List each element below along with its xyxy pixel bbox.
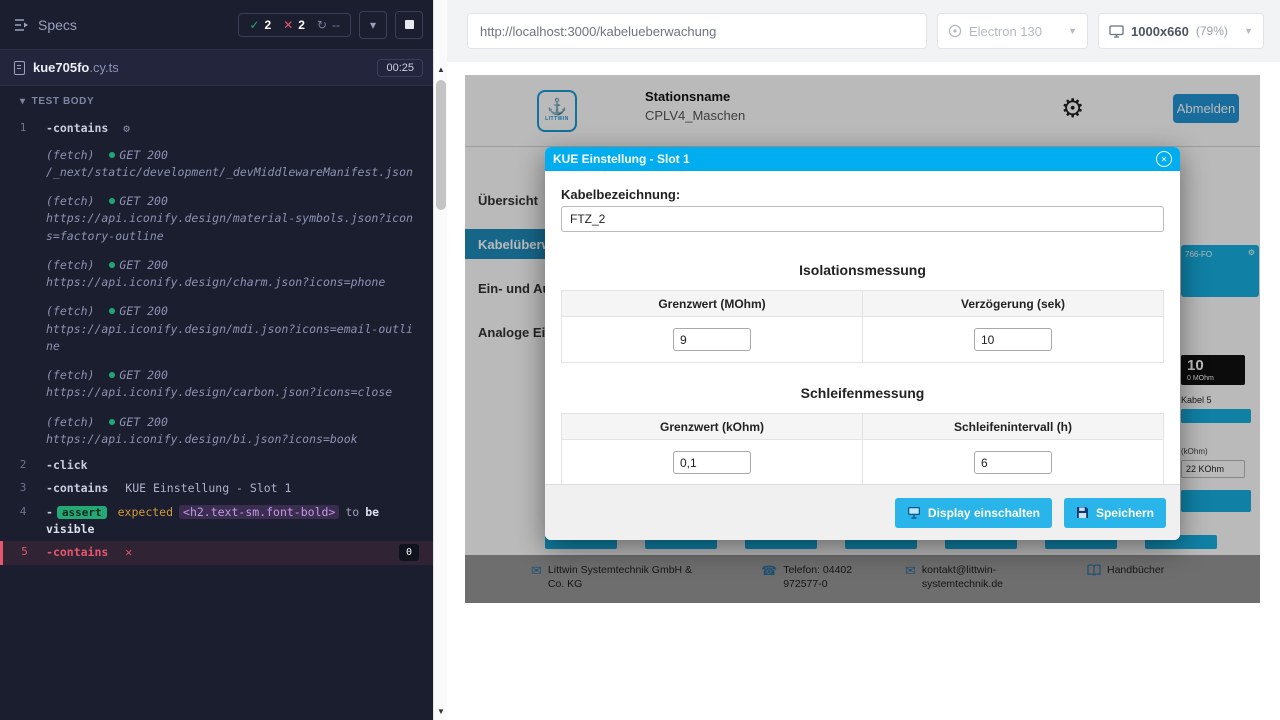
test-stats: ✓ 2 ✕ 2 ↻ -- — [238, 13, 351, 37]
chevron-down-icon: ▾ — [20, 96, 26, 107]
status-dot — [109, 262, 115, 268]
fetch-log-row[interactable]: (fetch) GET 200 https://api.iconify.desi… — [0, 187, 433, 251]
schleifenmessung-title: Schleifenmessung — [561, 385, 1164, 401]
fetch-tag: (fetch) — [46, 148, 94, 162]
reporter-scrollbar[interactable]: ▲ ▼ — [433, 0, 447, 720]
sch-col-intervall: Schleifenintervall (h) — [863, 414, 1164, 440]
save-icon — [1076, 506, 1089, 519]
assert-badge: assert — [57, 506, 107, 519]
stat-passed: ✓ 2 — [249, 18, 271, 32]
fetch-tag: (fetch) — [46, 194, 94, 208]
screen: Specs ✓ 2 ✕ 2 ↻ -- ▾ — [0, 0, 1280, 720]
fetch-url: https://api.iconify.design/bi.json?icons… — [46, 431, 419, 448]
spec-ext: .cy.ts — [89, 60, 118, 75]
sch-intervall-input[interactable] — [974, 451, 1052, 474]
spec-name: kue705fo — [33, 60, 89, 75]
aut-toolbar: Electron 130 ▼ 1000x660 (79%) ▼ — [447, 0, 1280, 62]
command-row-assert[interactable]: 4 -assert expected<h2.text-sm.font-bold>… — [0, 501, 433, 542]
iso-grenzwert-input[interactable] — [673, 328, 751, 351]
fetch-url: https://api.iconify.design/material-symb… — [46, 210, 419, 245]
fetch-url: https://api.iconify.design/charm.json?ic… — [46, 274, 419, 291]
specs-list-icon — [14, 18, 30, 32]
command-row-contains-2[interactable]: 3 -contains KUE Einstellung - Slot 1 — [0, 477, 433, 500]
kabelbezeichnung-input[interactable] — [561, 206, 1164, 232]
app-under-test: ⚓ LITTWIN Stationsname CPLV4_Maschen ⚙ A… — [465, 75, 1260, 603]
modal-title: KUE Einstellung - Slot 1 — [553, 152, 690, 166]
display-icon — [907, 506, 921, 519]
fetch-log-row[interactable]: (fetch) GET 200 https://api.iconify.desi… — [0, 361, 433, 408]
stat-pending: ↻ -- — [317, 18, 340, 32]
chevron-down-icon: ▼ — [1068, 26, 1077, 36]
fetch-url: /_next/static/development/_devMiddleware… — [46, 164, 419, 181]
schleifen-table: Grenzwert (kOhm) Schleifenintervall (h) — [561, 413, 1164, 486]
collapse-button[interactable]: ▾ — [359, 11, 387, 39]
stop-icon — [405, 20, 414, 29]
command-row-contains-1[interactable]: 1 -contains ⚙ — [0, 117, 433, 141]
iso-col-verzoegerung: Verzögerung (sek) — [863, 291, 1164, 317]
test-body-toggle[interactable]: ▾ TEST BODY — [0, 86, 433, 113]
status-dot — [109, 152, 115, 158]
fetch-url: https://api.iconify.design/carbon.json?i… — [46, 384, 419, 401]
specs-menu[interactable]: Specs — [14, 17, 77, 33]
fail-x-icon: ✕ — [125, 545, 132, 559]
iso-verzoegerung-input[interactable] — [974, 328, 1052, 351]
modal-body: Kabelbezeichnung: Isolationsmessung Gren… — [545, 171, 1180, 486]
close-icon[interactable]: ✕ — [1156, 151, 1172, 167]
chevron-down-icon: ▼ — [1244, 26, 1253, 36]
fetch-tag: (fetch) — [46, 258, 94, 272]
command-log: 1 -contains ⚙ (fetch) GET 200 /_next/sta… — [0, 113, 433, 720]
stat-failed: ✕ 2 — [283, 18, 305, 32]
fetch-url: https://api.iconify.design/mdi.json?icon… — [46, 321, 419, 356]
x-icon: ✕ — [283, 18, 293, 32]
status-dot — [109, 198, 115, 204]
url-input[interactable] — [467, 13, 927, 49]
spec-timer: 00:25 — [377, 59, 423, 77]
aut-panel: Electron 130 ▼ 1000x660 (79%) ▼ ⚓ L — [447, 0, 1280, 720]
speichern-button[interactable]: Speichern — [1064, 498, 1166, 528]
reporter-header: Specs ✓ 2 ✕ 2 ↻ -- ▾ — [0, 0, 433, 50]
kabelbezeichnung-label: Kabelbezeichnung: — [561, 187, 1164, 202]
browser-selector[interactable]: Electron 130 ▼ — [937, 13, 1088, 49]
fetch-log-row[interactable]: (fetch) GET 200 https://api.iconify.desi… — [0, 408, 433, 455]
modal-header: KUE Einstellung - Slot 1 ✕ — [545, 147, 1180, 171]
file-icon — [14, 61, 25, 75]
fetch-log-row[interactable]: (fetch) GET 200 https://api.iconify.desi… — [0, 297, 433, 361]
electron-icon — [948, 24, 962, 38]
fetch-log-row[interactable]: (fetch) GET 200 /_next/static/developmen… — [0, 141, 433, 188]
command-row-click[interactable]: 2 -click — [0, 454, 433, 477]
fetch-tag: (fetch) — [46, 304, 94, 318]
viewport-selector[interactable]: 1000x660 (79%) ▼ — [1098, 13, 1264, 49]
fetch-log-row[interactable]: (fetch) GET 200 https://api.iconify.desi… — [0, 251, 433, 298]
aut-stage: ⚓ LITTWIN Stationsname CPLV4_Maschen ⚙ A… — [447, 62, 1280, 720]
specs-label: Specs — [38, 17, 77, 33]
contains-argument: KUE Einstellung - Slot 1 — [125, 481, 291, 495]
isolationsmessung-title: Isolationsmessung — [561, 262, 1164, 278]
check-icon: ✓ — [249, 18, 259, 32]
display-einschalten-button[interactable]: Display einschalten — [895, 498, 1052, 528]
status-dot — [109, 419, 115, 425]
spec-file-row[interactable]: kue705fo.cy.ts 00:25 — [0, 50, 433, 86]
status-dot — [109, 372, 115, 378]
stop-button[interactable] — [395, 11, 423, 39]
fetch-tag: (fetch) — [46, 368, 94, 382]
scroll-up-arrow[interactable]: ▲ — [434, 62, 448, 76]
refresh-icon: ↻ — [317, 18, 327, 32]
sch-col-grenzwert: Grenzwert (kOhm) — [562, 414, 863, 440]
iso-col-grenzwert: Grenzwert (MOhm) — [562, 291, 863, 317]
kue-settings-modal: KUE Einstellung - Slot 1 ✕ Kabelbezeichn… — [545, 147, 1180, 540]
isolation-table: Grenzwert (MOhm) Verzögerung (sek) — [561, 290, 1164, 363]
scroll-down-arrow[interactable]: ▼ — [434, 704, 448, 718]
gear-icon: ⚙ — [123, 122, 130, 135]
cypress-reporter: Specs ✓ 2 ✕ 2 ↻ -- ▾ — [0, 0, 433, 720]
status-dot — [109, 308, 115, 314]
sch-grenzwert-input[interactable] — [673, 451, 751, 474]
assert-selector: <h2.text-sm.font-bold> — [179, 505, 339, 519]
scrollbar-thumb[interactable] — [436, 80, 446, 210]
command-row-contains-failed[interactable]: 5 -contains ✕ 0 — [0, 541, 433, 564]
fetch-tag: (fetch) — [46, 415, 94, 429]
monitor-icon — [1109, 25, 1124, 38]
modal-footer: Display einschalten Speichern — [545, 484, 1180, 540]
retry-count-badge: 0 — [399, 544, 419, 561]
